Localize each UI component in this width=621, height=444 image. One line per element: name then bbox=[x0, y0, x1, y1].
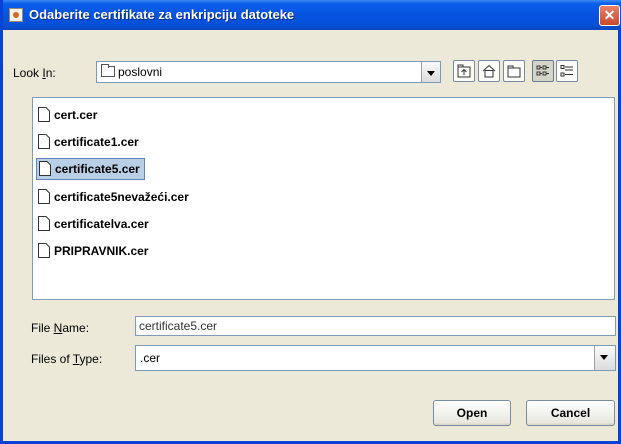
file-item-certificate1[interactable]: certificate1.cer bbox=[36, 131, 143, 153]
file-item-certificate5nevazeci[interactable]: certificate5nevažeći.cer bbox=[36, 186, 193, 208]
file-list[interactable]: cert.cer certificate1.cer certificate5.c… bbox=[32, 97, 615, 300]
file-name-label: File Name: bbox=[31, 321, 90, 335]
close-button[interactable]: ✕ bbox=[599, 5, 620, 26]
file-icon bbox=[38, 243, 50, 258]
details-view-icon bbox=[560, 65, 573, 77]
title-bar[interactable]: Odaberite certifikate za enkripciju dato… bbox=[3, 0, 621, 30]
open-button[interactable]: Open bbox=[433, 400, 511, 426]
details-view-button[interactable] bbox=[556, 60, 578, 82]
folder-icon bbox=[101, 64, 115, 77]
file-icon bbox=[38, 134, 50, 149]
new-folder-button[interactable] bbox=[503, 60, 525, 82]
list-view-button[interactable] bbox=[532, 60, 554, 82]
window-title: Odaberite certifikate za enkripciju dato… bbox=[29, 7, 295, 22]
file-icon bbox=[38, 216, 50, 231]
file-item-certificate5[interactable]: certificate5.cer bbox=[36, 158, 145, 180]
home-icon bbox=[482, 64, 496, 78]
file-item-certificatelva[interactable]: certificatelva.cer bbox=[36, 213, 153, 235]
home-button[interactable] bbox=[478, 60, 500, 82]
file-item-cert[interactable]: cert.cer bbox=[36, 104, 101, 126]
file-chooser-dialog: Odaberite certifikate za enkripciju dato… bbox=[0, 0, 621, 444]
java-app-icon bbox=[9, 8, 23, 22]
new-folder-icon bbox=[507, 65, 521, 78]
look-in-value: poslovni bbox=[118, 65, 163, 79]
chevron-down-icon[interactable] bbox=[421, 62, 440, 82]
files-of-type-value: .cer bbox=[140, 351, 161, 365]
close-icon: ✕ bbox=[603, 7, 616, 23]
file-name-field[interactable]: certificate5.cer bbox=[135, 316, 616, 336]
look-in-combobox[interactable]: poslovni bbox=[96, 61, 441, 83]
look-in-label: Look In: bbox=[13, 66, 56, 80]
files-of-type-label: Files of Type: bbox=[31, 352, 103, 366]
cancel-button[interactable]: Cancel bbox=[526, 400, 615, 426]
files-of-type-combobox[interactable]: .cer bbox=[135, 345, 616, 371]
file-item-pripravnik[interactable]: PRIPRAVNIK.cer bbox=[36, 240, 152, 262]
chevron-down-icon[interactable] bbox=[594, 346, 615, 370]
list-view-icon bbox=[536, 65, 549, 76]
up-one-level-icon bbox=[457, 64, 471, 78]
file-icon bbox=[39, 161, 51, 176]
file-icon bbox=[38, 189, 50, 204]
up-one-level-button[interactable] bbox=[453, 60, 475, 82]
file-icon bbox=[38, 107, 50, 122]
